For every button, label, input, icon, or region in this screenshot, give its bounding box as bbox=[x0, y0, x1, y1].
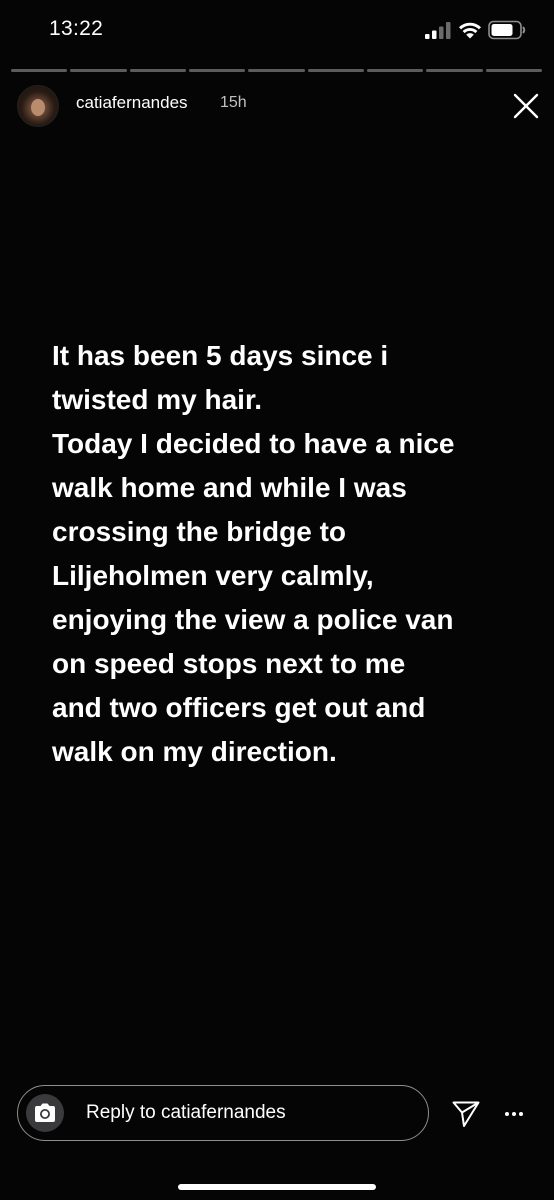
story-line: walk home and while I was bbox=[52, 472, 407, 503]
reply-bar bbox=[17, 1085, 429, 1141]
story-line: on speed stops next to me bbox=[52, 648, 406, 679]
progress-segment bbox=[307, 69, 364, 72]
story-line: twisted my hair. bbox=[52, 384, 263, 415]
story-timestamp: 15h bbox=[220, 94, 247, 111]
avatar[interactable] bbox=[17, 85, 59, 127]
story-text: It has been 5 days since i twisted my ha… bbox=[52, 334, 532, 774]
cellular-signal-icon bbox=[425, 22, 451, 39]
story-line: enjoying the view a police van bbox=[52, 604, 454, 635]
status-time: 13:22 bbox=[49, 17, 104, 40]
reply-input[interactable] bbox=[86, 1100, 406, 1126]
camera-button[interactable] bbox=[26, 1094, 64, 1132]
story-header: catiafernandes 15h bbox=[0, 80, 554, 130]
more-icon[interactable] bbox=[503, 1103, 525, 1125]
progress-segment bbox=[129, 69, 186, 72]
story-line: Today I decided to have a nice bbox=[52, 428, 455, 459]
camera-icon bbox=[35, 1103, 55, 1122]
status-bar: 13:22 bbox=[0, 0, 554, 60]
wifi-icon bbox=[459, 22, 481, 39]
progress-segment bbox=[485, 69, 542, 72]
progress-segment bbox=[188, 69, 246, 72]
story-line: walk on my direction. bbox=[52, 736, 337, 767]
progress-segment bbox=[366, 69, 424, 72]
progress-segment bbox=[11, 69, 68, 72]
username[interactable]: catiafernandes bbox=[76, 93, 188, 113]
story-screen[interactable]: 13:22 catiafernandes 15h It has been 5 d… bbox=[0, 0, 554, 1200]
home-indicator[interactable] bbox=[178, 1184, 376, 1190]
story-line: crossing the bridge to bbox=[52, 516, 347, 547]
progress-segment bbox=[426, 69, 483, 72]
progress-segment bbox=[248, 69, 305, 72]
avatar-face bbox=[31, 99, 45, 116]
battery-icon bbox=[488, 20, 526, 40]
story-line: and two officers get out and bbox=[52, 692, 426, 723]
close-icon[interactable] bbox=[512, 92, 540, 120]
send-icon[interactable] bbox=[451, 1099, 481, 1129]
story-line: Liljeholmen very calmly, bbox=[52, 560, 374, 591]
progress-segment bbox=[70, 69, 127, 72]
story-progress bbox=[11, 69, 542, 72]
story-line: It has been 5 days since i bbox=[52, 340, 389, 371]
